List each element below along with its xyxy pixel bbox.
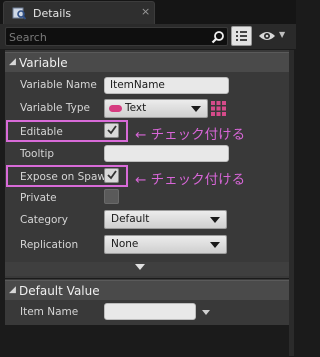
expose-annotation: ← チェック付ける [135, 172, 246, 188]
tab-bar: Details × [0, 0, 296, 24]
expose-highlight-box [6, 165, 128, 187]
replication-label: Replication [20, 239, 79, 251]
variable-name-field[interactable]: ItemName [104, 77, 229, 94]
tooltip-field[interactable] [104, 145, 229, 162]
category-label: Category [20, 214, 68, 226]
category-value: Default [111, 213, 150, 225]
item-name-field[interactable] [104, 303, 196, 320]
search-icon[interactable] [211, 30, 225, 44]
category-title: Default Value [19, 284, 100, 298]
close-icon[interactable]: × [141, 5, 150, 18]
chevron-down-icon[interactable] [202, 310, 210, 315]
details-icon [12, 7, 26, 20]
private-checkbox[interactable] [104, 189, 119, 204]
editable-highlight-box [6, 120, 128, 142]
chevron-down-icon[interactable]: ▼ [279, 30, 285, 39]
chevron-down-icon [191, 106, 201, 112]
variable-type-dropdown[interactable]: Text [104, 99, 208, 118]
container-type-icon[interactable] [211, 101, 226, 116]
search-box [5, 27, 228, 46]
expand-arrow-icon[interactable] [135, 264, 145, 270]
advanced-expand-bar[interactable] [5, 262, 289, 276]
replication-dropdown[interactable]: None [104, 235, 227, 254]
collapse-arrow-icon: ◢ [9, 285, 16, 295]
scrollbar[interactable] [289, 50, 294, 356]
eye-icon[interactable] [258, 29, 276, 43]
editable-annotation: ← チェック付ける [135, 127, 246, 143]
replication-value: None [111, 238, 139, 250]
variable-name-label: Variable Name [20, 79, 97, 91]
chevron-down-icon [210, 242, 220, 248]
category-title: Variable [19, 56, 68, 70]
grid-view-icon [236, 31, 247, 41]
private-label: Private [20, 192, 57, 204]
category-header-default-value[interactable]: ◢ Default Value [5, 280, 289, 300]
variable-type-label: Variable Type [20, 102, 90, 114]
details-toolbar: ▼ [0, 24, 296, 49]
search-input[interactable] [9, 29, 209, 45]
tab-details[interactable]: Details × [3, 1, 155, 24]
item-name-label: Item Name [20, 306, 79, 318]
chevron-down-icon [210, 217, 220, 223]
tooltip-label: Tooltip [20, 148, 55, 160]
category-header-variable[interactable]: ◢ Variable [5, 52, 289, 72]
category-dropdown[interactable]: Default [104, 210, 227, 229]
pin-type-icon [109, 105, 122, 112]
variable-type-value: Text [125, 102, 147, 114]
tab-title: Details [33, 7, 72, 20]
collapse-arrow-icon: ◢ [9, 57, 16, 67]
grid-view-button[interactable] [231, 26, 252, 46]
